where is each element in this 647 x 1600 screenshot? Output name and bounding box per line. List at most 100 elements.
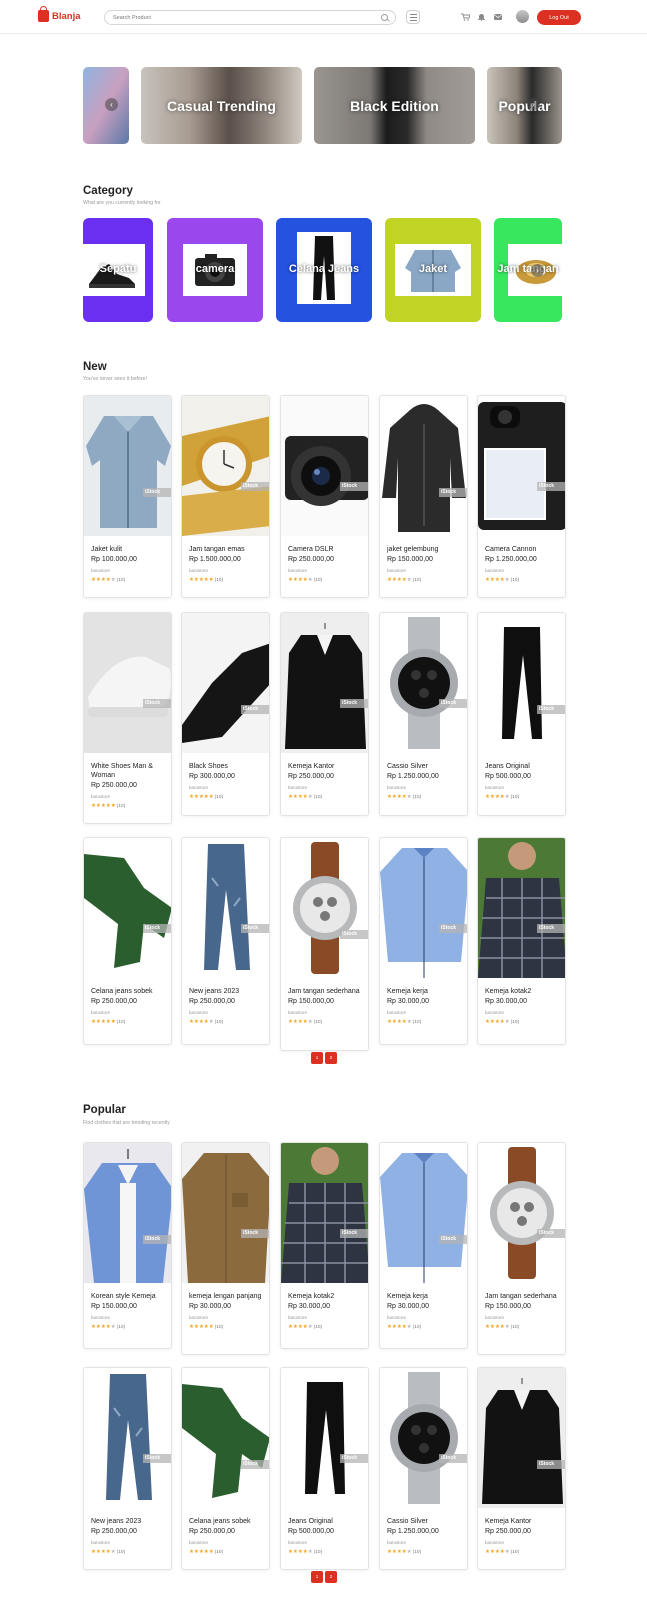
product-image: iStock [478, 613, 565, 753]
product-card[interactable]: iStock Jaket kulit Rp 100.000,00 barustore ★… [83, 395, 172, 598]
product-card[interactable]: iStock Camera Cannon Rp 1.250.000,00 barust… [477, 395, 566, 598]
product-card[interactable]: iStock Black Shoes Rp 300.000,00 barustore ★… [181, 612, 270, 816]
store-name: barustore [189, 568, 209, 573]
mail-icon[interactable] [493, 13, 503, 22]
page-button[interactable]: 2 [325, 1052, 337, 1064]
product-price: Rp 150.000,00 [91, 1303, 137, 1310]
product-card[interactable]: iStock jaket gelembung Rp 150.000,00 barust… [379, 395, 468, 598]
carousel-prev-button[interactable]: ‹ [105, 98, 118, 111]
product-name: Kemeja kotak2 [485, 988, 532, 995]
banner-slide[interactable]: Casual Trending [141, 67, 302, 144]
product-card[interactable]: iStock Kemeja Kantor Rp 250.000,00 barustor… [477, 1367, 566, 1570]
rating-stars: ★★★★★(10) [387, 1549, 422, 1555]
product-card[interactable]: iStock Korean style Kemeja Rp 150.000,00 ba… [83, 1142, 172, 1349]
product-name: Korean style Kemeja [91, 1293, 156, 1300]
istock-watermark: iStock [340, 699, 368, 708]
product-card[interactable]: iStock Celana jeans sobek Rp 250.000,00 bar… [83, 837, 172, 1045]
product-card[interactable]: iStock Cassio Silver Rp 1.250.000,00 barust… [379, 1367, 468, 1570]
product-card[interactable]: iStock Celana jeans sobek Rp 250.000,00 bar… [181, 1367, 270, 1570]
product-price: Rp 300.000,00 [189, 773, 235, 780]
istock-watermark: iStock [439, 488, 467, 497]
product-card[interactable]: iStock New jeans 2023 Rp 250.000,00 barusto… [181, 837, 270, 1045]
bell-icon[interactable] [478, 13, 485, 23]
istock-watermark: iStock [340, 1229, 368, 1238]
product-image: iStock [84, 1143, 171, 1283]
rating-stars: ★★★★★(10) [91, 1324, 126, 1330]
product-card[interactable]: iStock Kemeja kotak2 Rp 30.000,00 barustore… [477, 837, 566, 1045]
category-title: Category [83, 185, 133, 197]
store-name: barustore [91, 568, 111, 573]
product-card[interactable]: iStock Cassio Silver Rp 1.250.000,00 barust… [379, 612, 468, 816]
category-card[interactable]: Jam tangan [494, 218, 562, 322]
product-image: iStock [478, 1368, 565, 1508]
search-input[interactable] [113, 13, 373, 23]
product-name: Jeans Original [485, 763, 530, 770]
product-card[interactable]: iStock New jeans 2023 Rp 250.000,00 barusto… [83, 1367, 172, 1570]
rating-stars: ★★★★★(10) [485, 577, 520, 583]
istock-watermark: iStock [340, 482, 368, 491]
store-name: barustore [485, 1540, 505, 1545]
product-card[interactable]: iStock Kemeja kerja Rp 30.000,00 barustore ★… [379, 837, 468, 1045]
cart-icon[interactable] [461, 13, 471, 23]
category-card[interactable]: Jaket [385, 218, 481, 322]
istock-watermark: iStock [537, 924, 565, 933]
brand-logo[interactable]: Blanja [38, 6, 81, 22]
store-name: barustore [189, 785, 209, 790]
shopping-bag-icon [38, 6, 49, 22]
product-price: Rp 1.250.000,00 [485, 556, 537, 563]
product-price: Rp 250.000,00 [91, 1528, 137, 1535]
review-count: (10) [412, 1549, 422, 1555]
search-icon[interactable] [381, 14, 388, 21]
product-card[interactable]: iStock Kemeja Kantor Rp 250.000,00 barustor… [280, 612, 369, 816]
product-price: Rp 150.000,00 [485, 1303, 531, 1310]
product-name: Kemeja kerja [387, 988, 428, 995]
rating-stars: ★★★★★(10) [288, 1324, 323, 1330]
product-card[interactable]: iStock Kemeja kerja Rp 30.000,00 barustore ★… [379, 1142, 468, 1349]
product-price: Rp 1.500.000,00 [189, 556, 241, 563]
istock-watermark: iStock [537, 1460, 565, 1469]
page-button[interactable]: 2 [325, 1571, 337, 1583]
product-card[interactable]: iStock Kemeja kotak2 Rp 30.000,00 barustore… [280, 1142, 369, 1349]
product-card[interactable]: iStock Jeans Original Rp 500.000,00 barusto… [477, 612, 566, 816]
banner-label: Popular [498, 97, 551, 114]
page-button[interactable]: 1 [311, 1571, 323, 1583]
istock-watermark: iStock [143, 1235, 171, 1244]
product-name: Jam tangan sederhana [288, 988, 360, 995]
rating-stars: ★★★★★(10) [485, 1019, 520, 1025]
logout-button[interactable]: Log Out [537, 10, 581, 25]
review-count: (10) [510, 1324, 520, 1330]
istock-watermark: iStock [439, 699, 467, 708]
review-count: (10) [116, 1324, 126, 1330]
category-subtitle: What are you currently looking for [83, 200, 161, 206]
rating-stars: ★★★★★(10) [91, 803, 126, 809]
rating-stars: ★★★★★(10) [387, 1324, 422, 1330]
page-button[interactable]: 1 [311, 1052, 323, 1064]
review-count: (10) [116, 803, 126, 809]
store-name: barustore [189, 1315, 209, 1320]
product-card[interactable]: iStock Jam tangan sederhana Rp 150.000,00 b… [280, 837, 369, 1051]
banner-slide[interactable]: Black Edition [314, 67, 475, 144]
filter-button[interactable] [406, 10, 420, 24]
banner-slide[interactable]: Popular [487, 67, 562, 144]
product-card[interactable]: iStock Jam tangan emas Rp 1.500.000,00 baru… [181, 395, 270, 598]
rating-stars: ★★★★★(10) [288, 1549, 323, 1555]
avatar[interactable] [516, 10, 529, 23]
category-next-button[interactable]: › [531, 264, 544, 277]
product-card[interactable]: iStock Camera DSLR Rp 250.000,00 barustore ★… [280, 395, 369, 598]
product-card[interactable]: iStock Jam tangan sederhana Rp 150.000,00 b… [477, 1142, 566, 1355]
product-card[interactable]: iStock Jeans Original Rp 500.000,00 barusto… [280, 1367, 369, 1570]
product-card[interactable]: iStock White Shoes Man & Woman Rp 250.000,… [83, 612, 172, 824]
product-name: Cassio Silver [387, 1518, 428, 1525]
category-card[interactable]: Sepatu [83, 218, 153, 322]
product-card[interactable]: iStock kemeja lengan panjang Rp 30.000,00 b… [181, 1142, 270, 1355]
istock-watermark: iStock [340, 930, 368, 939]
store-name: barustore [91, 1315, 111, 1320]
category-card[interactable]: Celana Jeans [276, 218, 372, 322]
store-name: barustore [288, 1540, 308, 1545]
review-count: (10) [313, 1324, 323, 1330]
category-card[interactable]: camera [167, 218, 263, 322]
store-name: barustore [387, 785, 407, 790]
search-bar[interactable] [104, 10, 396, 25]
carousel-next-button[interactable]: › [527, 98, 540, 111]
rating-stars: ★★★★★(10) [91, 1019, 126, 1025]
